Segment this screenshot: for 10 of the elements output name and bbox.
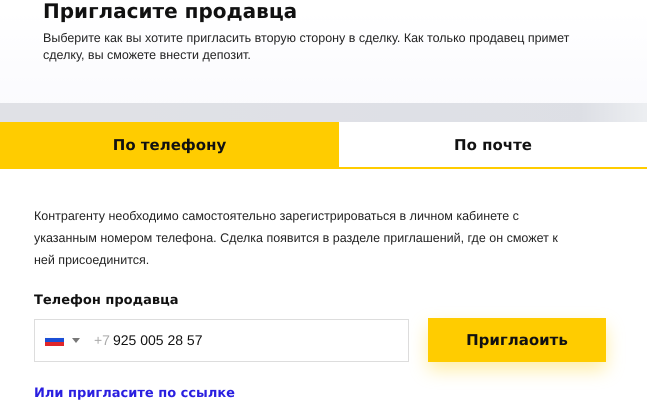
page-title: Пригласите продавца: [43, 0, 298, 24]
flag-icon[interactable]: [45, 334, 64, 346]
invite-button[interactable]: Приглаоить: [428, 318, 606, 362]
info-text: Контрагенту необходимо самостоятельно зарегистрироваться в личном кабинете с указанным номером телефона. Сделка появится в разделе приглашений, где он сможет к ней присоединится.: [34, 208, 559, 269]
caret-icon[interactable]: [72, 338, 80, 342]
tab[interactable]: По телефону: [0, 122, 339, 167]
description-text: Выберите как вы хотите пригласить вторую сторону в сделку. Как только продавец примет сделку, вы сможете внести депозит.: [43, 30, 570, 64]
invite-link[interactable]: Или пригласите по ссылке: [34, 386, 235, 401]
field-label: Телефон продавца: [34, 293, 180, 308]
country-code: +7: [94, 332, 110, 348]
